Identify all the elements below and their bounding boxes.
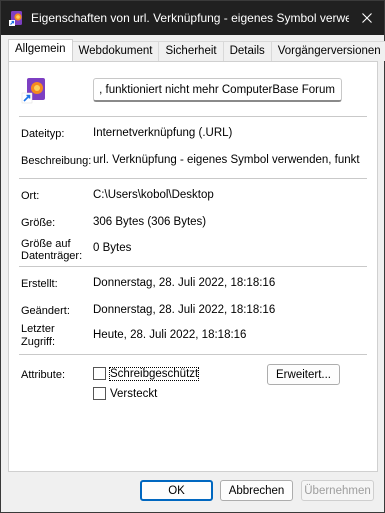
filetype-label: Dateityp: bbox=[21, 128, 65, 140]
ok-button[interactable]: OK bbox=[140, 480, 213, 501]
readonly-checkbox[interactable]: Schreibgeschützt bbox=[93, 366, 200, 381]
description-label: Beschreibung: bbox=[21, 155, 92, 167]
created-label: Erstellt: bbox=[21, 278, 58, 290]
accessed-label-line1: Letzter bbox=[21, 323, 55, 335]
window-title: Eigenschaften von url. Verknüpfung - eig… bbox=[31, 11, 349, 25]
title-bar[interactable]: Eigenschaften von url. Verknüpfung - eig… bbox=[1, 1, 384, 35]
location-label: Ort: bbox=[21, 190, 40, 202]
cancel-button[interactable]: Abbrechen bbox=[220, 480, 293, 501]
url-shortcut-icon bbox=[9, 11, 22, 26]
checkbox-box[interactable] bbox=[93, 387, 106, 400]
name-field[interactable] bbox=[93, 78, 342, 102]
size-on-disk-label-line2: Datenträger: bbox=[21, 250, 83, 262]
close-button[interactable] bbox=[354, 5, 380, 31]
modified-label: Geändert: bbox=[21, 305, 70, 317]
size-on-disk-value: 0 Bytes bbox=[93, 242, 132, 254]
accessed-label-line2: Zugriff: bbox=[21, 336, 56, 348]
tab-allgemein[interactable]: Allgemein bbox=[8, 39, 73, 61]
size-on-disk-label-line1: Größe auf bbox=[21, 238, 71, 250]
created-value: Donnerstag, 28. Juli 2022, 18:18:16 bbox=[93, 277, 276, 289]
tab-details[interactable]: Details bbox=[222, 41, 272, 61]
accessed-value: Heute, 28. Juli 2022, 18:18:16 bbox=[93, 329, 247, 341]
advanced-button[interactable]: Erweitert... bbox=[267, 364, 340, 385]
general-panel: Dateityp: Internetverknüpfung (.URL) Bes… bbox=[8, 61, 378, 472]
divider bbox=[19, 116, 367, 117]
divider bbox=[19, 354, 367, 355]
size-label: Größe: bbox=[21, 217, 56, 229]
url-shortcut-icon bbox=[21, 78, 45, 104]
checkbox-box[interactable] bbox=[93, 367, 106, 380]
modified-value: Donnerstag, 28. Juli 2022, 18:18:16 bbox=[93, 304, 276, 316]
hidden-checkbox[interactable]: Versteckt bbox=[93, 387, 157, 400]
location-value: C:\Users\kobol\Desktop bbox=[93, 189, 214, 201]
tab-webdokument[interactable]: Webdokument bbox=[71, 41, 160, 61]
attributes-label: Attribute: bbox=[21, 369, 66, 381]
size-value: 306 Bytes (306 Bytes) bbox=[93, 216, 207, 228]
apply-button[interactable]: Übernehmen bbox=[301, 480, 374, 501]
divider bbox=[19, 178, 367, 179]
close-icon bbox=[362, 13, 372, 23]
hidden-checkbox-label: Versteckt bbox=[110, 387, 158, 400]
description-value: url. Verknüpfung - eigenes Symbol verwen… bbox=[93, 154, 360, 166]
filetype-value: Internetverknüpfung (.URL) bbox=[93, 127, 233, 139]
divider bbox=[19, 266, 367, 267]
tab-strip: Allgemein Webdokument Sicherheit Details… bbox=[8, 39, 385, 61]
properties-dialog: Eigenschaften von url. Verknüpfung - eig… bbox=[0, 0, 385, 513]
tab-vorgaengerversionen[interactable]: Vorgängerversionen bbox=[270, 41, 385, 61]
tab-sicherheit[interactable]: Sicherheit bbox=[158, 41, 224, 61]
readonly-checkbox-label: Schreibgeschützt bbox=[108, 366, 200, 381]
